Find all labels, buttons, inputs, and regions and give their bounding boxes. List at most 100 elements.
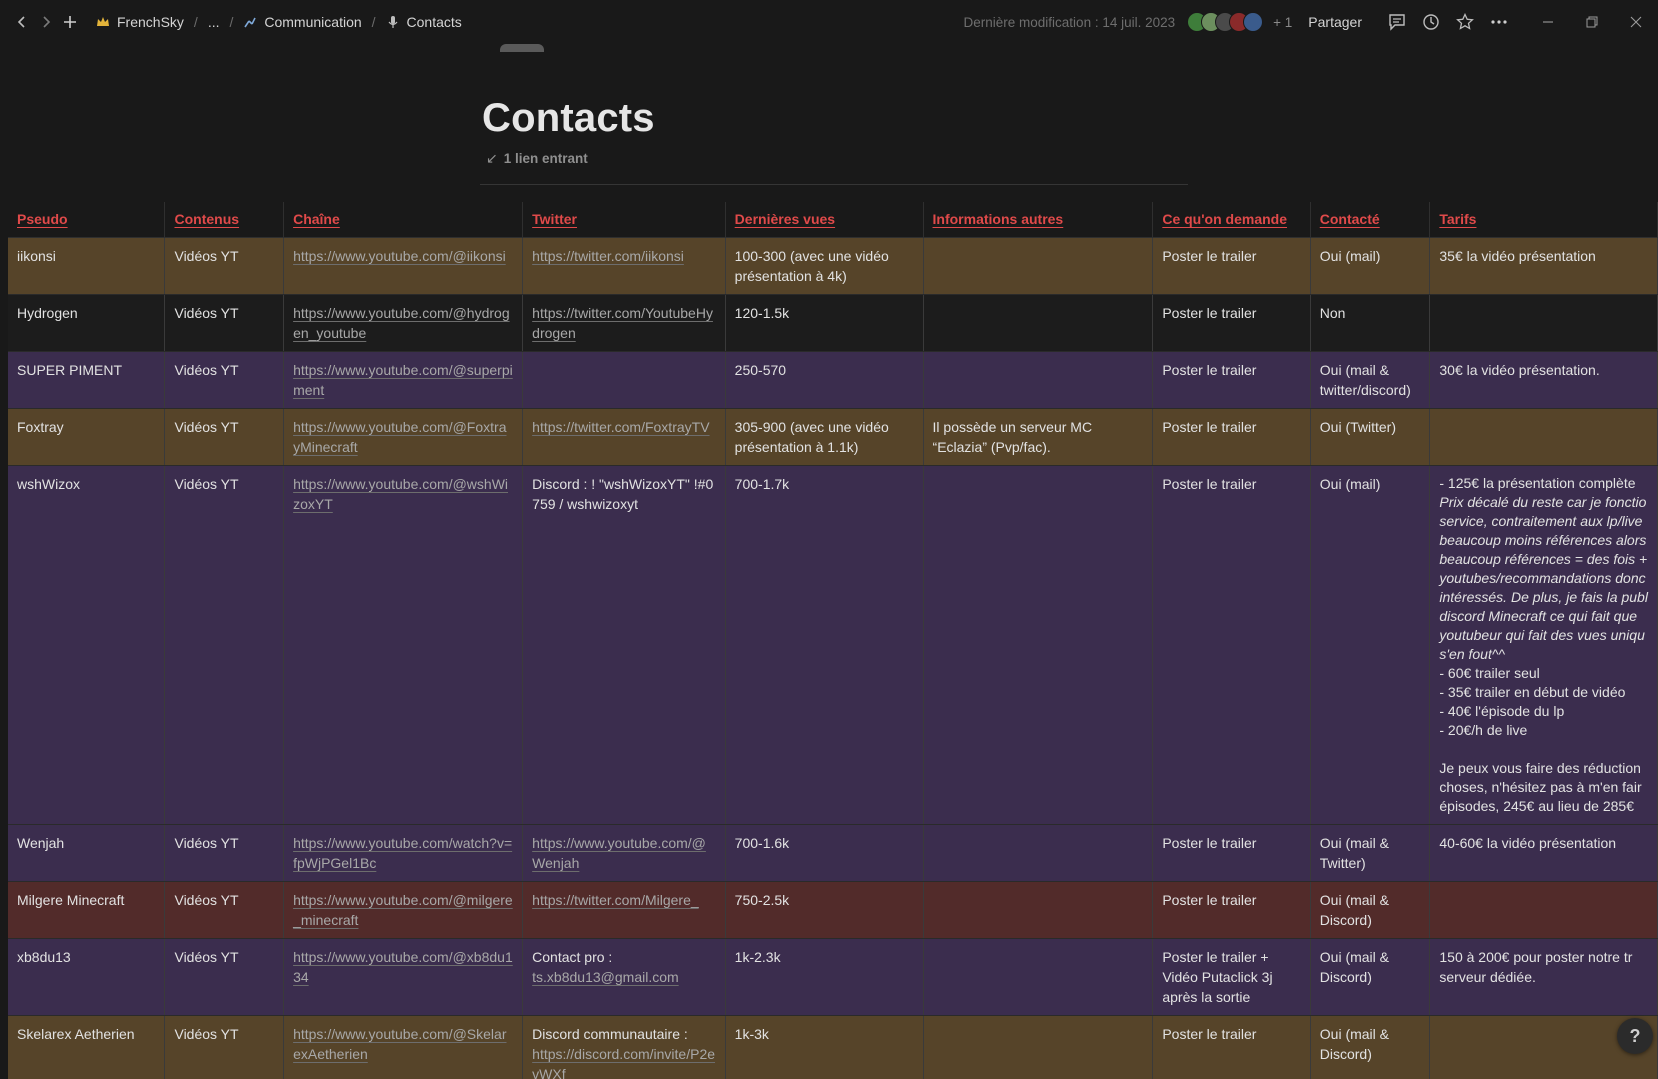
cell-contenus[interactable]: Vidéos YT [164, 294, 285, 352]
cell-chaine-link[interactable]: https://www.youtube.com/@superpiment [293, 362, 513, 398]
page-title[interactable]: Contacts [482, 96, 655, 141]
cell-demande[interactable]: Poster le trailer [1152, 237, 1311, 295]
help-button[interactable]: ? [1617, 1018, 1653, 1054]
history-icon[interactable] [1414, 7, 1448, 37]
cell-contenus[interactable]: Vidéos YT [164, 1015, 285, 1079]
cell-pseudo[interactable]: xb8du13 [8, 938, 166, 1016]
column-header-informations-autres[interactable]: Informations autres [923, 202, 1154, 238]
cell-chaine-link[interactable]: https://www.youtube.com/@hydrogen_youtub… [293, 305, 510, 341]
cell-twitter[interactable]: https://twitter.com/YoutubeHydrogen [522, 294, 726, 352]
cell-demande[interactable]: Poster le trailer [1152, 465, 1311, 825]
cell-dernieres-vues[interactable]: 700-1.7k [725, 465, 924, 825]
breadcrumb-ellipsis[interactable]: ... [204, 12, 224, 32]
cell-contacte[interactable]: Oui (Twitter) [1310, 408, 1431, 466]
cell-twitter[interactable]: https://twitter.com/iikonsi [522, 237, 726, 295]
table-row[interactable]: SUPER PIMENT Vidéos YT https://www.youtube… [8, 351, 1658, 409]
cell-contenus[interactable]: Vidéos YT [164, 408, 285, 466]
cell-twitter[interactable]: Discord : ! "wshWizoxYT" !#0759 / wshwiz… [522, 465, 726, 825]
cell-demande[interactable]: Poster le trailer [1152, 881, 1311, 939]
cell-pseudo[interactable]: Hydrogen [8, 294, 166, 352]
cell-pseudo[interactable]: Skelarex Aetherien [8, 1015, 166, 1079]
back-icon[interactable] [10, 10, 34, 34]
cell-contacte[interactable]: Oui (mail) [1310, 237, 1431, 295]
cell-dernieres-vues[interactable]: 700-1.6k [725, 824, 924, 882]
table-row[interactable]: Milgere Minecraft Vidéos YT https://www.yo… [8, 881, 1658, 939]
column-header-tarifs[interactable]: Tarifs [1429, 202, 1658, 238]
cell-twitter[interactable]: https://www.youtube.com/@Wenjah [522, 824, 726, 882]
cell-informations-autres[interactable] [923, 938, 1154, 1016]
cell-demande[interactable]: Poster le trailer [1152, 351, 1311, 409]
column-header-twitter[interactable]: Twitter [522, 202, 726, 238]
cell-chaine-link[interactable]: https://www.youtube.com/@milgere_minecra… [293, 892, 513, 928]
cell-contenus[interactable]: Vidéos YT [164, 237, 285, 295]
cell-chaine-link[interactable]: https://www.youtube.com/@iikonsi [293, 248, 506, 264]
comments-icon[interactable] [1380, 7, 1414, 37]
cell-twitter-link[interactable]: https://twitter.com/Milgere_ [532, 892, 699, 908]
share-button[interactable]: Partager [1308, 14, 1362, 30]
cell-twitter[interactable] [522, 351, 726, 409]
cell-informations-autres[interactable] [923, 351, 1154, 409]
cell-contacte[interactable]: Oui (mail & twitter/discord) [1310, 351, 1431, 409]
cell-dernieres-vues[interactable]: 120-1.5k [725, 294, 924, 352]
restore-icon[interactable] [1570, 7, 1614, 37]
cell-chaine-link[interactable]: https://www.youtube.com/@SkelarexAetheri… [293, 1026, 506, 1062]
minimize-icon[interactable] [1526, 7, 1570, 37]
cell-tarifs[interactable]: - 125€ la présentation complète Prix déca… [1429, 465, 1658, 825]
cell-pseudo[interactable]: Foxtray [8, 408, 166, 466]
cell-chaine-link[interactable]: https://www.youtube.com/@FoxtrayMinecraf… [293, 419, 506, 455]
cell-contacte[interactable]: Oui (mail & Discord) [1310, 938, 1431, 1016]
favorite-star-icon[interactable] [1448, 7, 1482, 37]
cell-demande[interactable]: Poster le trailer [1152, 408, 1311, 466]
table-row[interactable]: iikonsi Vidéos YT https://www.youtube.com/… [8, 237, 1658, 295]
cell-twitter-link[interactable]: https://www.youtube.com/@Wenjah [532, 835, 706, 871]
cell-dernieres-vues[interactable]: 1k-3k [725, 1015, 924, 1079]
cell-tarifs[interactable]: 30€ la vidéo présentation. [1429, 351, 1658, 409]
cell-contacte[interactable]: Oui (mail & Discord) [1310, 1015, 1431, 1079]
cell-twitter[interactable]: Contact pro : ts.xb8du13@gmail.com [522, 938, 726, 1016]
extra-users-count[interactable]: + 1 [1273, 15, 1292, 30]
cell-informations-autres[interactable] [923, 824, 1154, 882]
cell-chaine-link[interactable]: https://www.youtube.com/watch?v=fpWjPGel… [293, 835, 512, 871]
collaborators-avatars[interactable] [1187, 12, 1264, 32]
cell-demande[interactable]: Poster le trailer [1152, 824, 1311, 882]
cell-twitter-link[interactable]: https://twitter.com/YoutubeHydrogen [532, 305, 713, 341]
cell-dernieres-vues[interactable]: 1k-2.3k [725, 938, 924, 1016]
cell-chaine[interactable]: https://www.youtube.com/@wshWizoxYT [283, 465, 524, 825]
cell-pseudo[interactable]: wshWizox [8, 465, 166, 825]
cell-twitter-link[interactable]: https://twitter.com/iikonsi [532, 248, 684, 264]
cell-contacte[interactable]: Oui (mail) [1310, 465, 1431, 825]
cell-chaine[interactable]: https://www.youtube.com/@superpiment [283, 351, 524, 409]
cell-chaine[interactable]: https://www.youtube.com/@iikonsi [283, 237, 524, 295]
cell-chaine[interactable]: https://www.youtube.com/@hydrogen_youtub… [283, 294, 524, 352]
table-row[interactable]: Foxtray Vidéos YT https://www.youtube.com/… [8, 408, 1658, 466]
cell-demande[interactable]: Poster le trailer [1152, 1015, 1311, 1079]
column-header-pseudo[interactable]: Pseudo [8, 202, 166, 238]
cell-pseudo[interactable]: SUPER PIMENT [8, 351, 166, 409]
table-row[interactable]: Skelarex Aetherien Vidéos YT https://www.y… [8, 1015, 1658, 1079]
cell-demande[interactable]: Poster le trailer + Vidéo Putaclick 3j a… [1152, 938, 1311, 1016]
cell-contenus[interactable]: Vidéos YT [164, 351, 285, 409]
breadcrumb-parent[interactable]: Communication [239, 12, 365, 32]
breadcrumb-current[interactable]: Contacts [382, 12, 466, 32]
breadcrumb-workspace[interactable]: FrenchSky [92, 12, 188, 32]
cell-chaine-link[interactable]: https://www.youtube.com/@xb8du134 [293, 949, 513, 985]
close-icon[interactable] [1614, 7, 1658, 37]
cell-tarifs[interactable] [1429, 881, 1658, 939]
column-header-contenus[interactable]: Contenus [164, 202, 285, 238]
cell-twitter[interactable]: Discord communautaire : https://discord.c… [522, 1015, 726, 1079]
cell-tarifs[interactable]: 40-60€ la vidéo présentation [1429, 824, 1658, 882]
cell-pseudo[interactable]: Milgere Minecraft [8, 881, 166, 939]
table-row[interactable]: wshWizox Vidéos YT https://www.youtube.com… [8, 465, 1658, 825]
cell-contacte[interactable]: Non [1310, 294, 1431, 352]
cell-chaine[interactable]: https://www.youtube.com/@SkelarexAetheri… [283, 1015, 524, 1079]
table-row[interactable]: Wenjah Vidéos YT https://www.youtube.com/w… [8, 824, 1658, 882]
cell-contenus[interactable]: Vidéos YT [164, 881, 285, 939]
cell-informations-autres[interactable] [923, 1015, 1154, 1079]
cell-chaine[interactable]: https://www.youtube.com/watch?v=fpWjPGel… [283, 824, 524, 882]
page-cover-handle[interactable] [500, 44, 544, 52]
cell-contenus[interactable]: Vidéos YT [164, 938, 285, 1016]
cell-dernieres-vues[interactable]: 305-900 (avec une vidéo présentation à 1… [725, 408, 924, 466]
cell-chaine-link[interactable]: https://www.youtube.com/@wshWizoxYT [293, 476, 508, 512]
cell-informations-autres[interactable] [923, 881, 1154, 939]
cell-dernieres-vues[interactable]: 100-300 (avec une vidéo présentation à 4… [725, 237, 924, 295]
